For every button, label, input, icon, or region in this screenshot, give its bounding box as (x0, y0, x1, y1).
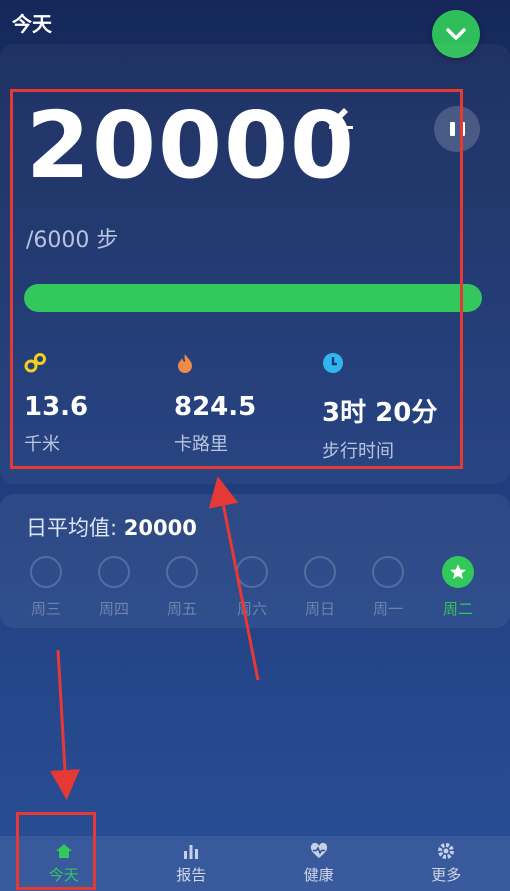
nav-label: 更多 (431, 866, 462, 884)
nav-item-report[interactable]: 报告 (128, 836, 256, 891)
annotation-arrow-down (49, 649, 80, 800)
bar-chart-icon (184, 845, 199, 859)
gear-icon (438, 843, 455, 859)
heart-icon (310, 842, 327, 858)
nav-item-more[interactable]: 更多 (383, 836, 510, 891)
annotation-arrows (49, 476, 260, 800)
nav-item-health[interactable]: 健康 (255, 836, 383, 891)
nav-label: 报告 (176, 866, 207, 884)
annotation-arrow-up (208, 476, 260, 681)
annotation-box-today-tab (16, 812, 96, 890)
nav-label: 健康 (303, 866, 334, 884)
